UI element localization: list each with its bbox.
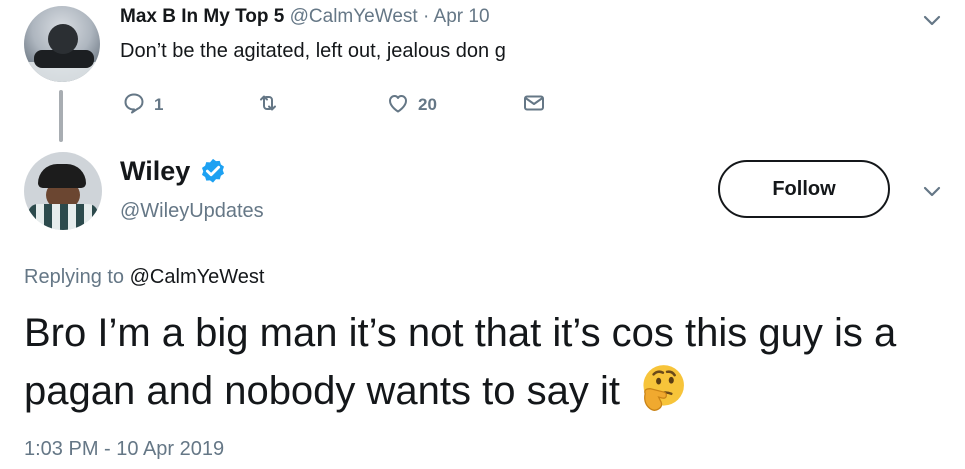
follow-button[interactable]: Follow [718,160,890,218]
retweet-button[interactable] [256,90,288,120]
reply-button[interactable]: 1 [122,90,163,120]
chevron-down-icon[interactable] [922,10,942,30]
parent-tweet: Max B In My Top 5 @CalmYeWest · Apr 10 D… [0,0,965,150]
main-tweet-text: Bro I’m a big man it’s not that it’s cos… [24,306,954,418]
parent-tweet-text: Don’t be the agitated, left out, jealous… [120,40,506,62]
parent-tweet-header: Max B In My Top 5 @CalmYeWest · Apr 10 [120,6,490,28]
main-handle[interactable]: @WileyUpdates [120,200,264,223]
parent-date[interactable]: Apr 10 [434,6,490,27]
avatar-scarf [28,204,98,230]
parent-avatar[interactable] [24,6,100,82]
replying-to: Replying to @CalmYeWest [24,266,264,289]
avatar-rider [48,24,78,54]
main-display-name-row: Wiley [120,156,228,187]
like-count: 20 [418,95,437,114]
replying-mention[interactable]: @CalmYeWest [130,266,265,288]
envelope-icon [522,91,546,120]
avatar-cap [38,164,86,188]
parent-handle[interactable]: @CalmYeWest [290,6,418,27]
replying-prefix: Replying to [24,266,125,288]
main-display-name[interactable]: Wiley [120,156,190,187]
verified-badge-icon [198,157,228,187]
heart-icon [386,91,410,120]
reply-count: 1 [154,95,164,114]
main-tweet-body: Bro I’m a big man it’s not that it’s cos… [24,311,897,413]
thinking-face-icon [635,360,689,414]
parent-action-bar: 1 20 [0,90,965,120]
tweet-timestamp[interactable]: 1:03 PM - 10 Apr 2019 [24,438,224,461]
chevron-down-icon[interactable] [922,181,942,201]
parent-display-name[interactable]: Max B In My Top 5 [120,6,284,27]
reply-icon [122,91,146,120]
like-button[interactable]: 20 [386,90,437,120]
retweet-icon [256,91,280,120]
parent-separator: · [422,6,430,27]
dm-button[interactable] [522,90,546,120]
main-avatar[interactable] [24,152,102,230]
